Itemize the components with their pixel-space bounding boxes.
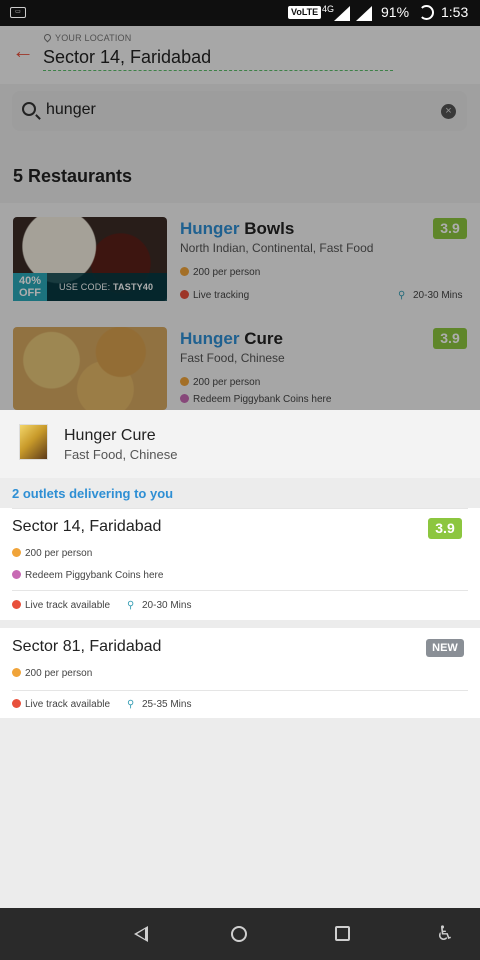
- coin-icon: [12, 668, 21, 677]
- battery-icon: [419, 5, 434, 20]
- battery-level: 91%: [381, 4, 410, 20]
- nav-home-icon[interactable]: [231, 926, 247, 942]
- divider: [12, 690, 468, 691]
- price-info: 200 per person: [12, 548, 92, 559]
- outlet-card[interactable]: Sector 14, Faridabad 3.9 200 per person …: [0, 508, 480, 620]
- bike-icon: ⚲: [127, 600, 135, 611]
- sim-icon: ▭: [10, 7, 26, 18]
- price-info: 200 per person: [12, 668, 92, 679]
- restaurant-thumbnail: [19, 424, 48, 460]
- sheet-header: Hunger Cure Fast Food, Chinese: [0, 410, 480, 478]
- dim-overlay[interactable]: [0, 26, 480, 410]
- divider: [12, 508, 468, 509]
- rating-badge: 3.9: [428, 518, 462, 539]
- clock: 1:53: [441, 4, 469, 20]
- outlets-label: 2 outlets delivering to you: [12, 486, 174, 501]
- live-track-icon: [12, 600, 21, 609]
- piggybank-icon: [12, 570, 21, 579]
- outlet-name: Sector 81, Faridabad: [12, 638, 162, 655]
- network-type: 4G: [322, 4, 335, 14]
- signal-icon: [334, 6, 350, 21]
- nav-recents-icon[interactable]: [335, 926, 350, 941]
- live-tracking: Live track available: [12, 600, 110, 611]
- live-tracking: Live track available: [12, 699, 110, 710]
- navigation-bar: ♿: [0, 908, 480, 960]
- outlet-name: Sector 14, Faridabad: [12, 518, 162, 535]
- outlet-sheet: Hunger Cure Fast Food, Chinese 2 outlets…: [0, 410, 480, 908]
- delivery-time: ⚲ 20-30 Mins: [127, 600, 192, 611]
- piggybank-promo: Redeem Piggybank Coins here: [12, 570, 163, 581]
- volte-badge: VoLTE: [288, 6, 322, 19]
- sheet-subtitle: Fast Food, Chinese: [64, 447, 178, 462]
- divider: [12, 590, 468, 591]
- status-bar: ▭ VoLTE 4G 91% 1:53: [0, 0, 480, 26]
- nav-back-icon[interactable]: [134, 926, 148, 942]
- accessibility-icon[interactable]: ♿: [436, 922, 454, 946]
- outlet-card[interactable]: Sector 81, Faridabad NEW 200 per person …: [0, 628, 480, 718]
- signal-icon-2: [356, 6, 372, 21]
- delivery-time: ⚲ 25-35 Mins: [127, 699, 192, 710]
- sheet-title: Hunger Cure: [64, 427, 156, 444]
- live-track-icon: [12, 699, 21, 708]
- bike-icon: ⚲: [127, 699, 135, 710]
- new-badge: NEW: [426, 639, 464, 657]
- coin-icon: [12, 548, 21, 557]
